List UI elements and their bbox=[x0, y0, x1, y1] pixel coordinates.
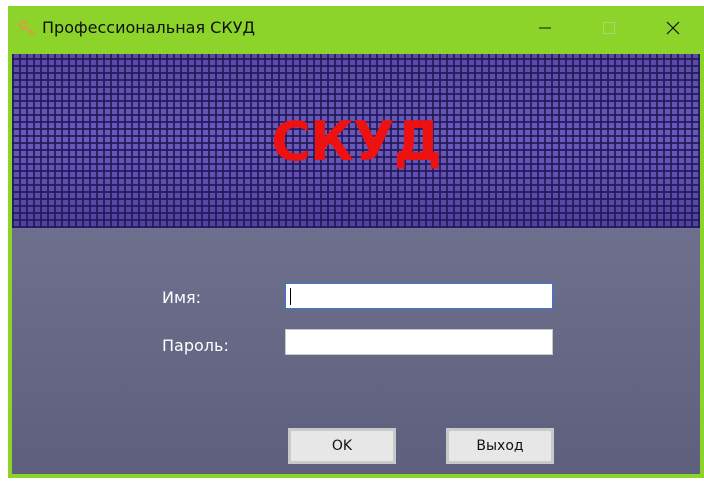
exit-button[interactable]: Выход bbox=[446, 428, 554, 464]
ok-button[interactable]: OK bbox=[288, 428, 396, 464]
header-banner: СКУД bbox=[12, 54, 700, 229]
keys-icon bbox=[18, 20, 36, 38]
login-panel: СКУД bbox=[12, 54, 700, 474]
close-icon bbox=[666, 20, 680, 39]
minimize-icon bbox=[538, 20, 552, 39]
window-title: Профессиональная СКУД bbox=[42, 18, 255, 37]
text-caret bbox=[290, 288, 291, 305]
app-window: Профессиональная СКУД СКУД bbox=[8, 6, 704, 478]
exit-button-label: Выход bbox=[476, 438, 524, 454]
ok-button-label: OK bbox=[331, 438, 353, 454]
password-label: Пароль: bbox=[162, 336, 229, 355]
minimize-button[interactable] bbox=[522, 6, 568, 52]
name-input[interactable] bbox=[285, 283, 553, 309]
title-bar[interactable]: Профессиональная СКУД bbox=[8, 6, 704, 52]
maximize-button[interactable] bbox=[586, 6, 632, 52]
password-input[interactable] bbox=[285, 329, 553, 355]
close-button[interactable] bbox=[650, 6, 696, 52]
banner-title: СКУД bbox=[271, 110, 442, 173]
maximize-icon bbox=[602, 20, 616, 39]
name-label: Имя: bbox=[162, 288, 202, 307]
